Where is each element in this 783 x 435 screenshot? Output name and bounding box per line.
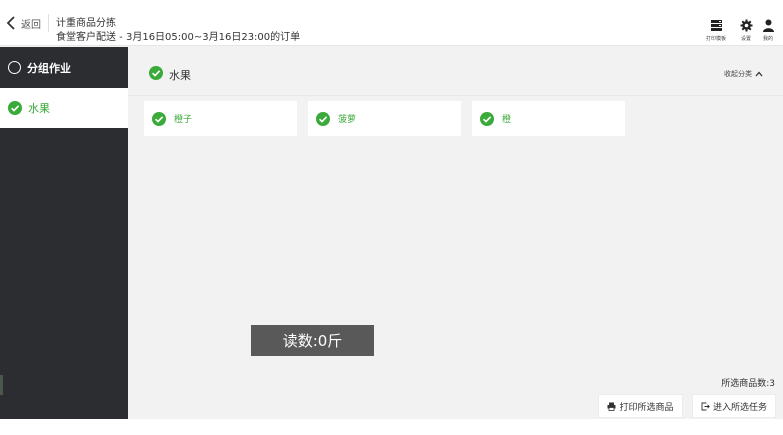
sidebar-item-group-work[interactable]: 分组作业 [0,47,128,88]
printer-icon [607,402,616,411]
check-circle-icon [149,66,163,80]
enter-selected-task-label: 进入所选任务 [712,402,767,413]
back-button[interactable]: 返回 [6,0,41,46]
title-block: 计重商品分拣 食堂客户配送 - 3月16日05:00~3月16日23:00的订单 [56,17,300,45]
profile-label: 我的 [762,36,773,42]
header-divider [48,14,49,32]
back-label: 返回 [21,19,41,31]
enter-icon [701,402,710,410]
category-check[interactable] [149,66,163,80]
collapse-category-button[interactable]: 收起分类 [724,69,763,79]
user-icon [762,19,774,32]
printer-icon [710,20,722,31]
collapse-label: 收起分类 [724,70,752,78]
sidebar-item-label: 分组作业 [27,61,71,75]
sidebar: 分组作业 水果 [0,47,128,419]
chevron-left-icon [6,16,15,30]
product-name: 橙子 [174,115,193,125]
top-header: 返回 计重商品分拣 食堂客户配送 - 3月16日05:00~3月16日23:00… [0,0,783,46]
main-content: 水果 收起分类 橙子 菠萝 橙 读数:0斤 所选商品数:3 打印所选商品 进入所… [128,47,783,419]
circle-icon [8,61,21,74]
enter-selected-task-button[interactable]: 进入所选任务 [692,394,776,418]
check-circle-icon [152,111,166,126]
sidebar-item-fruit[interactable]: 水果 [0,88,128,128]
category-title: 水果 [169,69,191,82]
product-card[interactable]: 橙 [472,101,625,136]
print-selected-button[interactable]: 打印所选商品 [598,394,683,418]
print-selected-label: 打印所选商品 [619,402,674,413]
selected-count: 所选商品数:3 [721,379,775,389]
product-card[interactable]: 菠萝 [308,101,461,136]
category-header: 水果 收起分类 [128,47,783,96]
sidebar-edge-marker [0,375,3,395]
product-card[interactable]: 橙子 [144,101,297,136]
chevron-up-icon [755,71,763,77]
product-name: 菠萝 [338,115,357,125]
print-template-button[interactable]: 打印模板 [703,19,729,42]
print-template-label: 打印模板 [705,36,726,42]
product-name: 橙 [502,115,512,125]
gear-icon [740,19,752,32]
page-subtitle: 食堂客户配送 - 3月16日05:00~3月16日23:00的订单 [56,32,301,43]
profile-button[interactable]: 我的 [761,19,775,42]
scale-reading-display: 读数:0斤 [251,325,374,356]
header-tools: 打印模板 设置 我的 [703,19,775,42]
sidebar-item-label: 水果 [28,102,50,115]
settings-label: 设置 [740,36,751,42]
settings-button[interactable]: 设置 [733,19,759,42]
bottom-band [0,419,783,435]
check-circle-icon [316,111,330,126]
page-title: 计重商品分拣 [56,18,116,29]
product-list: 橙子 菠萝 橙 [144,101,625,136]
check-circle-icon [480,111,494,126]
check-circle-icon [8,101,22,115]
